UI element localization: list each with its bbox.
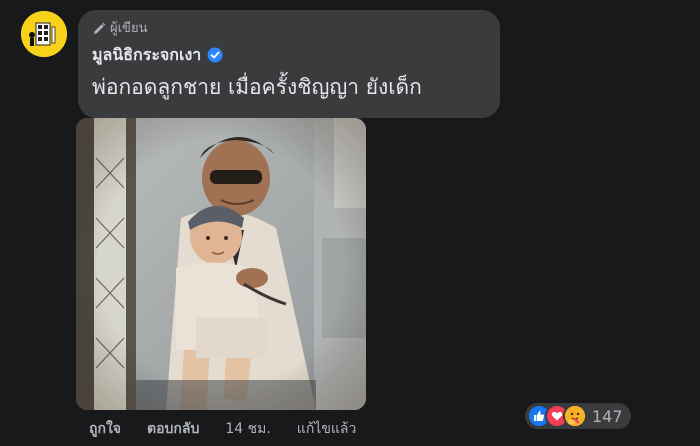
- comment-photo[interactable]: [76, 118, 366, 410]
- vintage-photo-father-and-son: [76, 118, 366, 410]
- comment-bubble: ผู้เขียน มูลนิธิกระจกเงา พ่อกอดลูกชาย เม…: [78, 10, 500, 118]
- author-badge-label: ผู้เขียน: [110, 21, 148, 36]
- comment-thread: ผู้เขียน มูลนิธิกระจกเงา พ่อกอดลูกชาย เม…: [0, 0, 700, 446]
- author-name-row: มูลนิธิกระจกเงา: [92, 45, 223, 65]
- like-button[interactable]: ถูกใจ: [89, 420, 121, 438]
- edited-label[interactable]: แก้ไขแล้ว: [297, 420, 357, 438]
- mirror-foundation-logo: [21, 11, 67, 57]
- author-badge: ผู้เขียน: [92, 21, 147, 37]
- reply-button[interactable]: ตอบกลับ: [147, 420, 199, 438]
- author-avatar[interactable]: [21, 11, 67, 57]
- verified-check-icon: [207, 47, 223, 63]
- comment-text: พ่อกอดลูกชาย เมื่อครั้งชิญญา ยังเด็ก: [92, 75, 422, 99]
- reaction-count: 147: [592, 406, 623, 426]
- care-hug-icon: [563, 404, 587, 428]
- pencil-icon: [92, 22, 106, 36]
- author-name[interactable]: มูลนิธิกระจกเงา: [92, 45, 201, 65]
- reaction-summary[interactable]: 147: [525, 403, 631, 429]
- comment-timestamp[interactable]: 14 ชม.: [225, 420, 270, 438]
- comment-actions: ถูกใจ ตอบกลับ 14 ชม. แก้ไขแล้ว: [89, 420, 356, 438]
